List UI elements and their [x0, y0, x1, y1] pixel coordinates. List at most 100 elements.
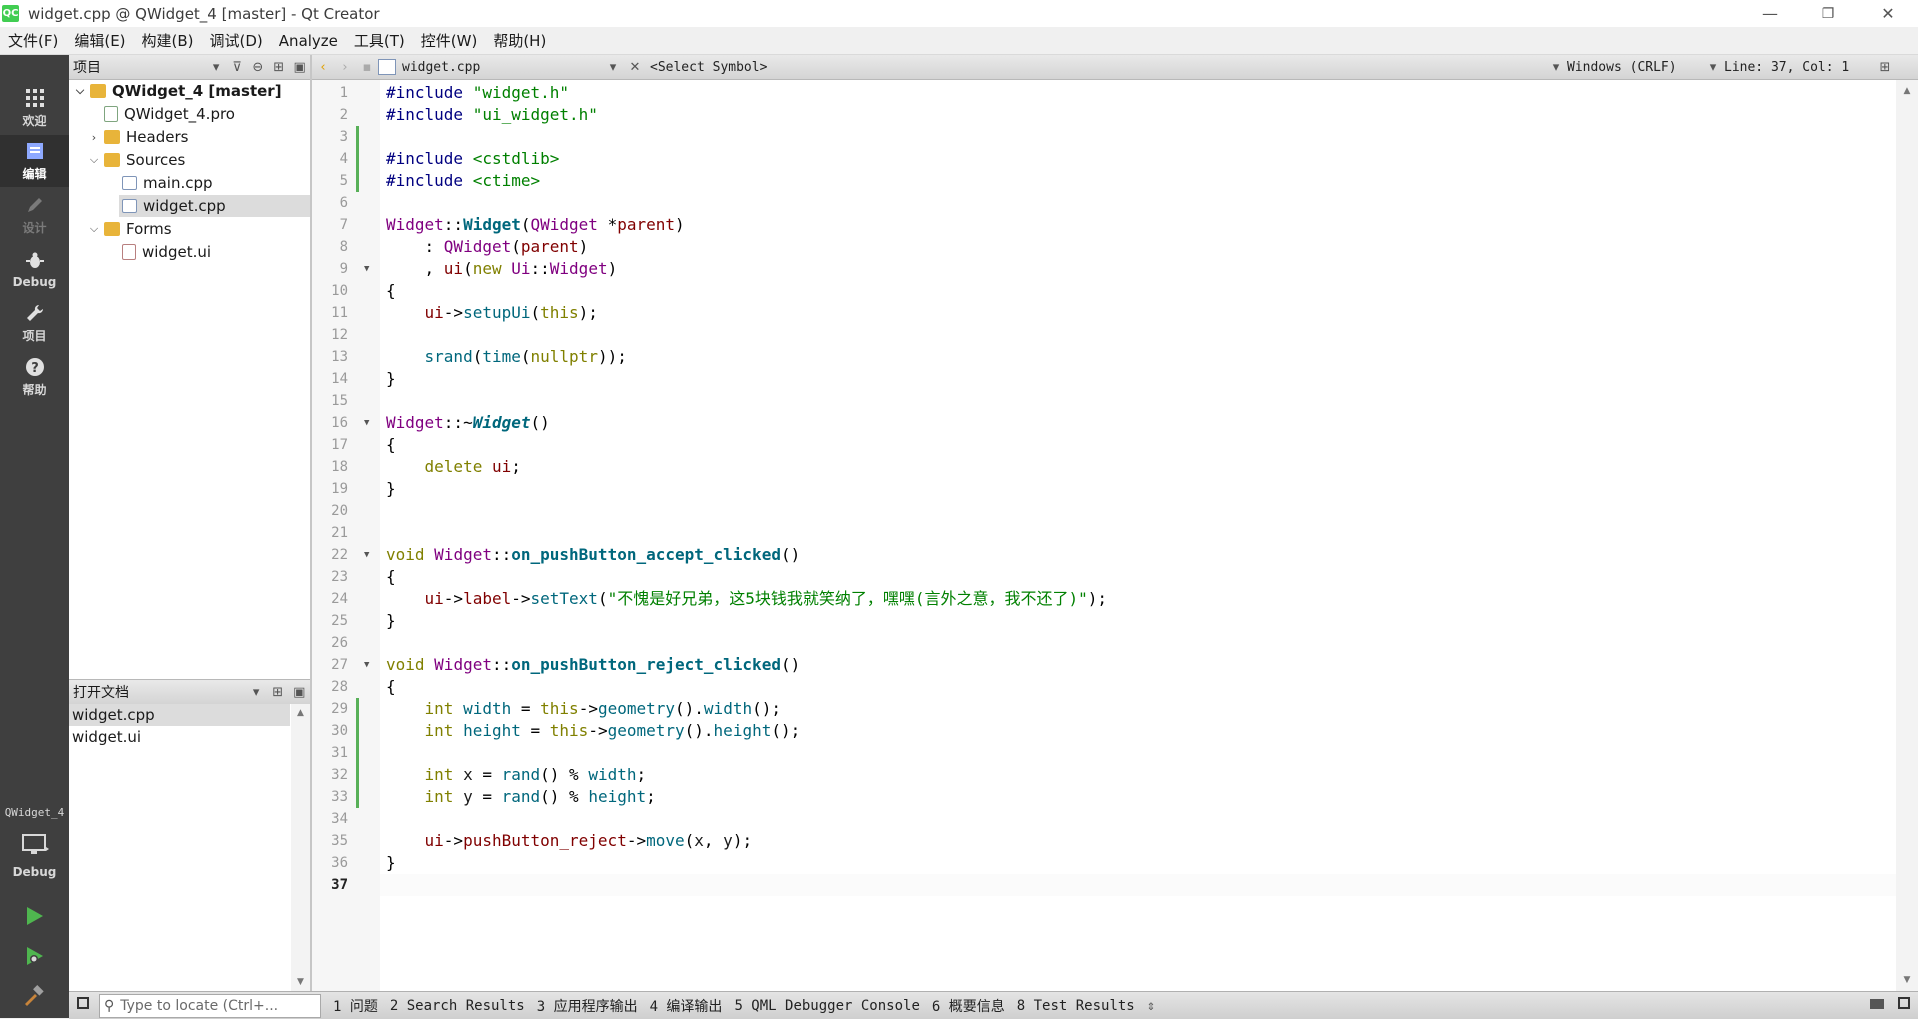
- code-line[interactable]: }: [386, 852, 396, 874]
- open-doc-widget-ui[interactable]: widget.ui: [69, 726, 310, 748]
- output-tab-compile-output[interactable]: 4 编译输出: [650, 996, 723, 1016]
- tree-item-project[interactable]: ⌵ QWidget_4 [master]: [73, 80, 282, 102]
- menu-build[interactable]: 构建(B): [134, 30, 202, 51]
- code-line[interactable]: ui->pushButton_reject->move(x, y);: [386, 830, 753, 852]
- code-line[interactable]: #include "ui_widget.h": [386, 104, 598, 126]
- project-view-selector[interactable]: 项目: [73, 57, 206, 77]
- locator-input[interactable]: ⚲ Type to locate (Ctrl+...: [99, 993, 321, 1018]
- code-line[interactable]: int y = rand() % height;: [386, 786, 656, 808]
- scroll-up-icon[interactable]: ▲: [291, 708, 310, 718]
- minimize-button[interactable]: —: [1742, 0, 1798, 27]
- close-button[interactable]: ✕: [1860, 0, 1916, 27]
- output-tab-application-output[interactable]: 3 应用程序输出: [537, 996, 638, 1016]
- tree-item-main-cpp[interactable]: main.cpp: [119, 172, 213, 194]
- fold-marker-icon[interactable]: ▼: [364, 550, 369, 560]
- code-line[interactable]: Widget::~Widget(): [386, 412, 550, 434]
- code-line[interactable]: void Widget::on_pushButton_accept_clicke…: [386, 544, 800, 566]
- open-docs-scrollbar[interactable]: ▲ ▼: [291, 704, 310, 991]
- menu-help[interactable]: 帮助(H): [485, 30, 554, 51]
- code-line[interactable]: delete ui;: [386, 456, 521, 478]
- code-line[interactable]: : QWidget(parent): [386, 236, 589, 258]
- dropdown-arrow-icon[interactable]: ▾: [1545, 60, 1567, 75]
- fold-marker-icon[interactable]: ▼: [364, 264, 369, 274]
- code-line[interactable]: {: [386, 566, 396, 588]
- code-line[interactable]: }: [386, 610, 396, 632]
- tree-item-widget-cpp[interactable]: widget.cpp: [119, 195, 310, 217]
- toggle-right-pane-icon[interactable]: [1898, 997, 1910, 1009]
- dropdown-arrow-icon[interactable]: ▾: [206, 60, 227, 75]
- code-line[interactable]: , ui(new Ui::Widget): [386, 258, 618, 280]
- code-line[interactable]: ui->label->setText("不愧是好兄弟，这5块钱我就笑纳了，嘿嘿(…: [386, 588, 1107, 610]
- code-line[interactable]: int x = rand() % width;: [386, 764, 647, 786]
- filter-icon[interactable]: ⊽: [227, 60, 248, 75]
- output-tab-search-results[interactable]: 2 Search Results: [390, 998, 525, 1014]
- run-button[interactable]: [18, 900, 50, 932]
- dropdown-arrow-icon[interactable]: ▾: [602, 60, 624, 75]
- code-line[interactable]: #include "widget.h": [386, 82, 569, 104]
- line-number-gutter[interactable]: 1 2 3 4 5 6 7 8 9 ▼ 10 11 12 13 14 15 16 ▼ 17 18 19 20 21 22 ▼ 23…: [312, 80, 380, 991]
- dropdown-arrow-icon[interactable]: ▾: [1702, 60, 1724, 75]
- code-line[interactable]: }: [386, 368, 396, 390]
- symbol-selector[interactable]: <Select Symbol>: [646, 60, 1545, 75]
- close-document-icon[interactable]: ✕: [624, 60, 646, 75]
- scroll-up-icon[interactable]: ▲: [1896, 86, 1918, 96]
- code-line[interactable]: Widget::Widget(QWidget *parent): [386, 214, 685, 236]
- code-line[interactable]: #include <ctime>: [386, 170, 540, 192]
- code-line[interactable]: void Widget::on_pushButton_reject_clicke…: [386, 654, 800, 676]
- chevron-down-icon[interactable]: ⌵: [73, 84, 87, 98]
- menu-debug[interactable]: 调试(D): [202, 30, 271, 51]
- mode-debug[interactable]: Debug: [0, 243, 69, 295]
- mode-edit[interactable]: 编辑: [0, 135, 69, 187]
- more-tabs-icon[interactable]: ⇕: [1147, 998, 1155, 1014]
- dropdown-arrow-icon[interactable]: ▾: [245, 685, 267, 700]
- output-tab-test-results[interactable]: 8 Test Results: [1017, 998, 1135, 1014]
- code-line[interactable]: {: [386, 676, 396, 698]
- mode-design[interactable]: 设计: [0, 189, 69, 241]
- toggle-sidebar-icon[interactable]: [77, 997, 89, 1009]
- menu-edit[interactable]: 编辑(E): [66, 30, 133, 51]
- debug-run-button[interactable]: [18, 940, 50, 972]
- editor-vertical-scrollbar[interactable]: ▲ ▼: [1896, 80, 1918, 991]
- code-line[interactable]: int width = this->geometry().width();: [386, 698, 781, 720]
- progress-details-icon[interactable]: [1870, 999, 1884, 1009]
- tree-item-pro-file[interactable]: QWidget_4.pro: [101, 103, 235, 125]
- back-arrow-icon[interactable]: ‹: [312, 60, 334, 75]
- kit-selector[interactable]: Debug: [0, 825, 69, 887]
- cursor-position[interactable]: Line: 37, Col: 1: [1724, 60, 1874, 75]
- output-tab-general-messages[interactable]: 6 概要信息: [932, 996, 1005, 1016]
- code-editor[interactable]: #include "widget.h" #include "ui_widget.h…: [380, 80, 1896, 991]
- chevron-right-icon[interactable]: ›: [87, 131, 101, 144]
- menu-analyze[interactable]: Analyze: [271, 32, 346, 50]
- maximize-button[interactable]: ❐: [1800, 0, 1856, 27]
- fold-marker-icon[interactable]: ▼: [364, 418, 369, 428]
- build-button[interactable]: [18, 980, 50, 1012]
- line-ending-selector[interactable]: Windows (CRLF): [1567, 60, 1702, 75]
- open-documents-header[interactable]: 打开文档: [73, 682, 245, 702]
- scroll-down-icon[interactable]: ▼: [1896, 975, 1918, 985]
- menu-file[interactable]: 文件(F): [0, 30, 66, 51]
- code-line[interactable]: ui->setupUi(this);: [386, 302, 598, 324]
- tree-item-forms[interactable]: ⌵ Forms: [87, 218, 172, 240]
- tree-item-headers[interactable]: › Headers: [87, 126, 189, 148]
- split-editor-icon[interactable]: ⊞: [1874, 60, 1896, 75]
- mode-help[interactable]: ? 帮助: [0, 351, 69, 403]
- mode-projects[interactable]: 项目: [0, 297, 69, 349]
- close-pane-icon[interactable]: ▣: [289, 60, 310, 75]
- chevron-down-icon[interactable]: ⌵: [87, 222, 101, 236]
- split-icon[interactable]: ⊞: [267, 685, 289, 700]
- output-tab-qml-debugger[interactable]: 5 QML Debugger Console: [734, 998, 919, 1014]
- fold-marker-icon[interactable]: ▼: [364, 660, 369, 670]
- code-line[interactable]: {: [386, 434, 396, 456]
- output-tab-issues[interactable]: 1 问题: [333, 996, 378, 1016]
- mode-welcome[interactable]: 欢迎: [0, 82, 69, 134]
- menu-tools[interactable]: 工具(T): [346, 30, 413, 51]
- tree-item-sources[interactable]: ⌵ Sources: [87, 149, 186, 171]
- code-line[interactable]: }: [386, 478, 396, 500]
- open-doc-widget-cpp[interactable]: widget.cpp: [69, 704, 290, 726]
- code-line[interactable]: srand(time(nullptr));: [386, 346, 627, 368]
- split-icon[interactable]: ⊞: [268, 60, 289, 75]
- document-selector[interactable]: widget.cpp: [402, 60, 602, 75]
- close-pane-icon[interactable]: ▣: [288, 685, 310, 700]
- code-line[interactable]: int height = this->geometry().height();: [386, 720, 801, 742]
- forward-arrow-icon[interactable]: ›: [334, 60, 356, 75]
